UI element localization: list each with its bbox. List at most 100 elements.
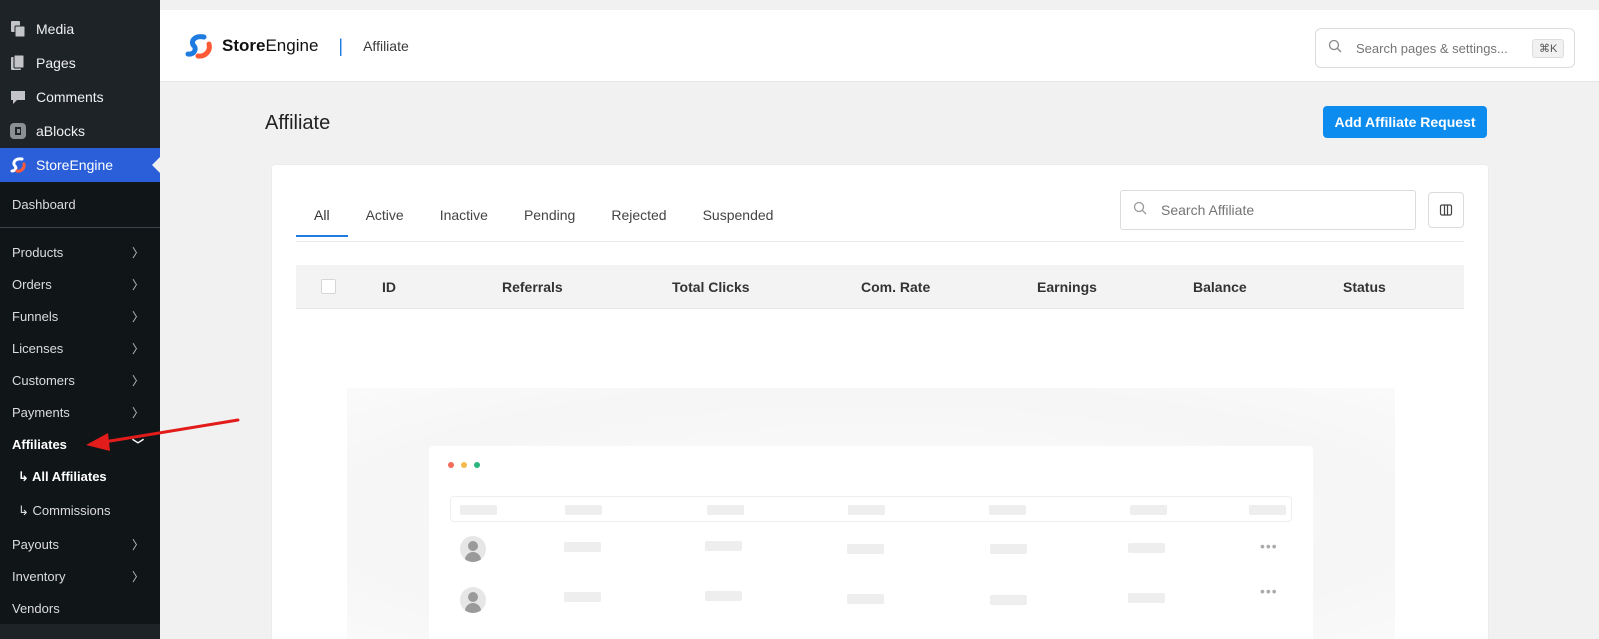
breadcrumb-page: Affiliate — [363, 38, 409, 54]
chevron-right-icon: 〉 — [131, 245, 144, 260]
placeholder-bar — [564, 592, 601, 602]
sidebar-item-inventory[interactable]: Inventory 〉 — [0, 560, 160, 592]
sidebar-item-comments[interactable]: Comments — [0, 80, 160, 114]
brand: StoreEngine | Affiliate — [184, 32, 409, 60]
sidebar-item-commissions[interactable]: ↳ Commissions — [0, 494, 160, 528]
column-header-com-rate[interactable]: Com. Rate — [861, 279, 930, 295]
search-icon — [1133, 201, 1147, 220]
tab-rejected[interactable]: Rejected — [593, 195, 684, 235]
add-affiliate-request-button[interactable]: Add Affiliate Request — [1323, 106, 1487, 138]
sidebar-item-label: StoreEngine — [36, 157, 114, 173]
mock-table-header — [450, 496, 1292, 522]
breadcrumb-separator: | — [338, 35, 344, 56]
comments-icon — [9, 88, 27, 106]
columns-icon — [1439, 204, 1453, 216]
tab-pending[interactable]: Pending — [506, 195, 593, 235]
sidebar-item-label: Media — [36, 21, 75, 37]
placeholder-bar — [847, 594, 884, 604]
window-dots — [448, 462, 480, 468]
sidebar-item-ablocks[interactable]: aBlocks — [0, 114, 160, 148]
sidebar-item-label: ↳ All Affiliates — [18, 469, 107, 484]
sidebar-item-label: Customers — [12, 372, 75, 388]
sidebar-item-all-affiliates[interactable]: ↳ All Affiliates — [0, 460, 160, 494]
placeholder-bar — [705, 541, 742, 551]
select-all-checkbox[interactable] — [321, 279, 336, 294]
sidebar-item-licenses[interactable]: Licenses 〉 — [0, 332, 160, 364]
sidebar-item-orders[interactable]: Orders 〉 — [0, 268, 160, 300]
sidebar-item-storeengine[interactable]: StoreEngine — [0, 148, 160, 182]
chevron-right-icon: 〉 — [131, 341, 144, 356]
columns-toggle-button[interactable] — [1428, 192, 1464, 228]
tabs-divider — [296, 241, 1464, 242]
empty-state-mock-window: ••• ••• — [429, 446, 1313, 639]
main-content: StoreEngine | Affiliate ⌘K Affiliate Add… — [160, 0, 1599, 639]
affiliate-search[interactable] — [1120, 190, 1416, 230]
plugin-header: StoreEngine | Affiliate ⌘K — [160, 0, 1599, 82]
chevron-right-icon: 〉 — [131, 277, 144, 292]
global-search[interactable]: ⌘K — [1315, 28, 1575, 68]
placeholder-bar — [989, 505, 1026, 515]
shortcut-badge: ⌘K — [1532, 38, 1565, 58]
sidebar-item-label: Payments — [12, 404, 70, 420]
sidebar-item-funnels[interactable]: Funnels 〉 — [0, 300, 160, 332]
sidebar-item-affiliates[interactable]: Affiliates ﹀ — [0, 428, 160, 460]
more-horizontal-icon: ••• — [1260, 583, 1278, 599]
placeholder-bar — [990, 544, 1027, 554]
column-header-total-clicks[interactable]: Total Clicks — [672, 279, 750, 295]
column-header-referrals[interactable]: Referrals — [502, 279, 563, 295]
sidebar-item-label: Licenses — [12, 340, 64, 356]
sidebar-item-vendors[interactable]: Vendors — [0, 592, 160, 624]
column-header-id[interactable]: ID — [382, 279, 396, 295]
sidebar-item-label: Products — [12, 244, 64, 260]
sidebar-item-media[interactable]: Media — [0, 12, 160, 46]
column-header-balance[interactable]: Balance — [1193, 279, 1247, 295]
chevron-down-icon: ﹀ — [131, 437, 144, 452]
affiliate-search-input[interactable] — [1161, 202, 1403, 218]
admin-sidebar: Media Pages Comments aBlocks StoreEngine — [0, 0, 160, 639]
search-icon — [1328, 39, 1342, 58]
placeholder-bar — [1249, 505, 1286, 515]
storeengine-logo-icon — [185, 34, 212, 59]
column-header-earnings[interactable]: Earnings — [1037, 279, 1097, 295]
ablocks-icon — [9, 122, 27, 140]
empty-state-illustration: ••• ••• — [347, 388, 1395, 639]
global-search-input[interactable] — [1356, 40, 1532, 56]
sidebar-item-pages[interactable]: Pages — [0, 46, 160, 80]
placeholder-bar — [707, 505, 744, 515]
table-header: ID Referrals Total Clicks Com. Rate Earn… — [296, 265, 1464, 309]
sidebar-item-label: Vendors — [12, 600, 60, 616]
sidebar-item-customers[interactable]: Customers 〉 — [0, 364, 160, 396]
sidebar-item-label: Affiliates — [12, 436, 67, 452]
tab-inactive[interactable]: Inactive — [422, 195, 506, 235]
storeengine-icon — [9, 156, 27, 174]
placeholder-bar — [1130, 505, 1167, 515]
tab-active[interactable]: Active — [348, 195, 422, 235]
chevron-right-icon: 〉 — [131, 405, 144, 420]
sidebar-item-payouts[interactable]: Payouts 〉 — [0, 528, 160, 560]
status-tabs: All Active Inactive Pending Rejected Sus… — [296, 195, 792, 237]
sidebar-item-label: ↳ Commissions — [18, 503, 111, 518]
placeholder-bar — [1128, 543, 1165, 553]
placeholder-bar — [990, 595, 1027, 605]
sidebar-item-products[interactable]: Products 〉 — [0, 236, 160, 268]
page-title: Affiliate — [265, 112, 331, 134]
column-header-status[interactable]: Status — [1343, 279, 1386, 295]
sidebar-item-label: Payouts — [12, 536, 59, 552]
tab-all[interactable]: All — [296, 195, 348, 237]
more-horizontal-icon: ••• — [1260, 538, 1278, 554]
sidebar-item-label: Comments — [36, 89, 104, 105]
sidebar-item-label: Inventory — [12, 568, 66, 584]
placeholder-bar — [565, 505, 602, 515]
storeengine-submenu: Dashboard Products 〉 Orders 〉 Funnels 〉 Lic… — [0, 182, 160, 624]
placeholder-bar — [847, 544, 884, 554]
chevron-right-icon: 〉 — [131, 569, 144, 584]
tab-suspended[interactable]: Suspended — [685, 195, 792, 235]
dot-green — [474, 462, 480, 468]
brand-name: StoreEngine — [222, 36, 319, 55]
chevron-right-icon: 〉 — [131, 373, 144, 388]
sidebar-item-label: Funnels — [12, 308, 59, 324]
placeholder-bar — [848, 505, 885, 515]
placeholder-bar — [564, 542, 601, 552]
sidebar-item-payments[interactable]: Payments 〉 — [0, 396, 160, 428]
sidebar-item-dashboard[interactable]: Dashboard — [0, 182, 160, 228]
